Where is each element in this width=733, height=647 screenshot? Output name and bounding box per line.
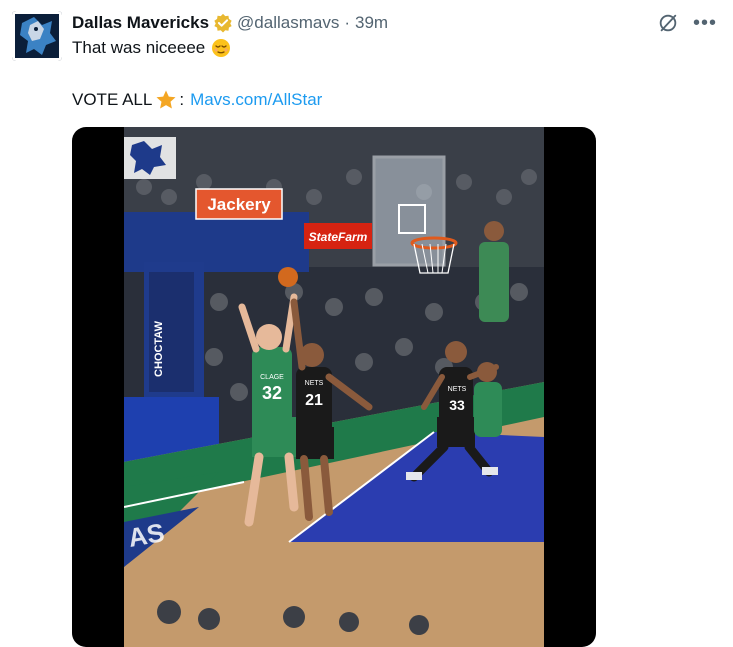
verified-badge-icon[interactable]	[213, 13, 233, 33]
colon: :	[179, 90, 185, 109]
tweet-text-line-1: That was niceeee	[72, 38, 231, 58]
tweet-text: That was niceeee	[72, 38, 206, 57]
svg-text:33: 33	[449, 397, 465, 413]
svg-text:AS: AS	[126, 517, 167, 553]
tweet-actions-top: •••	[657, 12, 717, 34]
timestamp[interactable]: 39m	[355, 13, 388, 33]
more-icon[interactable]: •••	[693, 13, 717, 33]
mavericks-logo	[12, 11, 62, 61]
svg-text:CLAGE: CLAGE	[260, 374, 284, 381]
relieved-face-emoji	[212, 39, 231, 57]
grok-icon[interactable]	[657, 12, 679, 34]
tweet-text-line-2: VOTE ALL : Mavs.com/AllStar	[72, 89, 322, 111]
svg-text:NETS: NETS	[448, 386, 467, 393]
ad-jackery: Jackery	[207, 195, 271, 214]
video-player[interactable]: Jackery StateFarm CHOCTAW AS CLAGE 32 NE…	[72, 127, 596, 647]
avatar[interactable]	[12, 11, 62, 61]
video-frame: Jackery StateFarm CHOCTAW AS CLAGE 32 NE…	[124, 127, 544, 647]
svg-text:21: 21	[305, 392, 323, 409]
svg-text:32: 32	[262, 383, 282, 403]
star-emoji	[156, 90, 176, 109]
ad-statefarm: StateFarm	[309, 230, 368, 244]
svg-text:NETS: NETS	[305, 380, 324, 387]
allstar-link[interactable]: Mavs.com/AllStar	[190, 90, 322, 110]
author-handle[interactable]: @dallasmavs	[237, 13, 339, 33]
vote-text: VOTE ALL	[72, 90, 153, 109]
author-name[interactable]: Dallas Mavericks	[72, 13, 209, 33]
stanchion-sponsor: CHOCTAW	[153, 320, 165, 377]
separator: ·	[344, 13, 351, 32]
tweet-header: Dallas Mavericks @dallasmavs · 39m	[72, 12, 388, 34]
